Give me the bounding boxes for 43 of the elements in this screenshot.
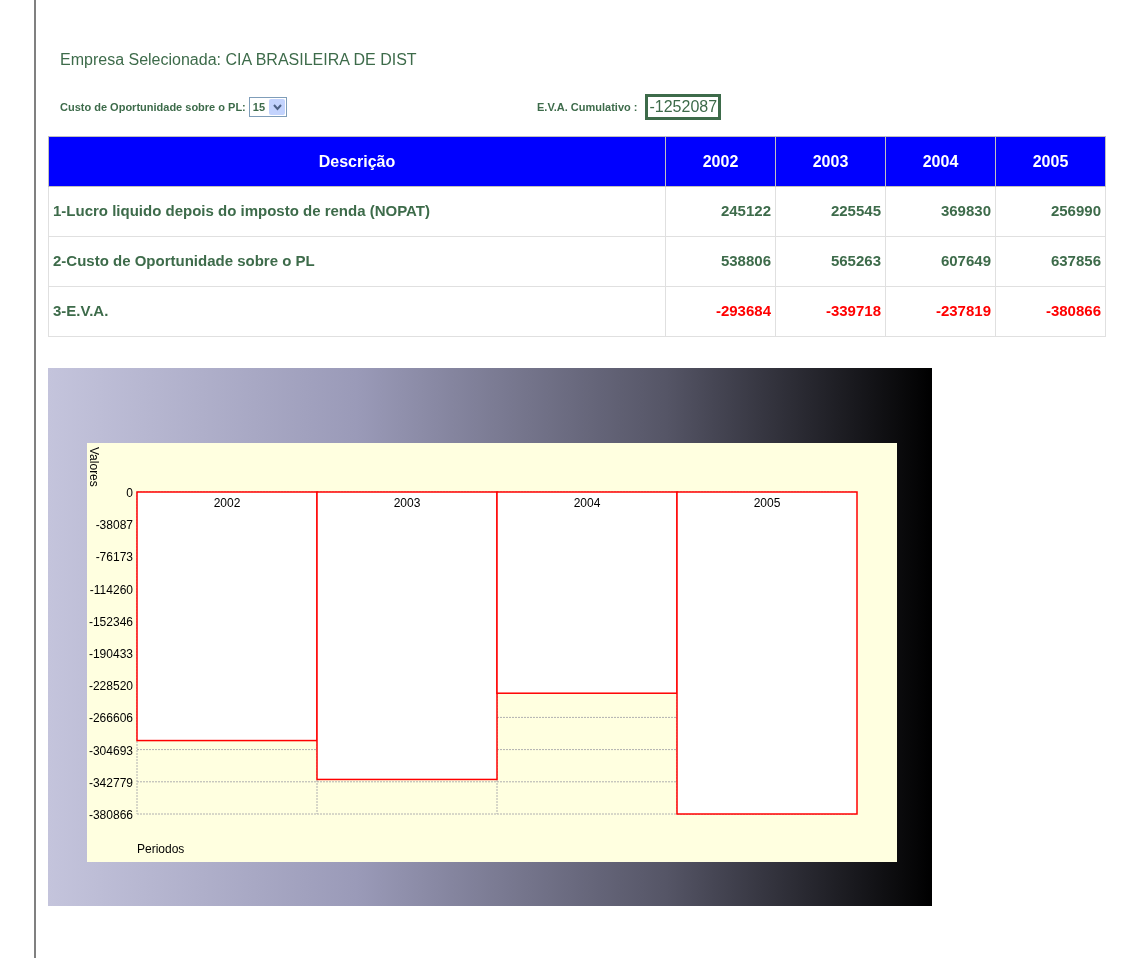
table-cell: 2-Custo de Oportunidade sobre o PL: [48, 236, 666, 287]
category-label: 2003: [393, 496, 421, 510]
y-axis-title: Valores: [87, 447, 101, 487]
category-label: 2004: [573, 496, 601, 510]
table-cell: 565263: [775, 236, 886, 287]
company-heading: Empresa Selecionada: CIA BRASILEIRA DE DIST: [60, 50, 418, 70]
category-label: 2005: [753, 496, 781, 510]
percentage-dropdown[interactable]: 15: [248, 97, 288, 117]
table-cell: 538806: [665, 236, 776, 287]
table-cell: 1-Lucro liquido depois do imposto de renda (NOPAT): [48, 186, 666, 237]
table-cell: 637856: [995, 236, 1106, 287]
table-cell: 3-E.V.A.: [48, 286, 666, 337]
table-cell: 245122: [665, 186, 776, 237]
cumulative-value: -1252087: [645, 94, 722, 120]
table-cell: 607649: [885, 236, 996, 287]
y-tick-label: 0: [126, 486, 133, 500]
y-tick-label: -190433: [88, 647, 133, 661]
column-header: 2005: [995, 136, 1106, 187]
caret-icon: [269, 99, 286, 115]
table-cell: -380866: [995, 286, 1106, 337]
table-cell: 225545: [775, 186, 886, 237]
table-cell: 256990: [995, 186, 1106, 237]
y-tick-label: -342779: [88, 775, 133, 790]
field-label: Custo de Oportunidade sobre o PL:: [60, 99, 246, 115]
y-tick-label: -76173: [95, 550, 133, 565]
y-tick-label: -266606: [88, 711, 133, 726]
column-header: 2003: [775, 136, 886, 187]
table-cell: 369830: [885, 186, 996, 237]
y-tick-label: -228520: [88, 679, 133, 694]
column-header: 2002: [665, 136, 776, 187]
table-cell: -237819: [885, 286, 996, 337]
y-tick-label: -380866: [88, 808, 133, 822]
category-label: 2002: [213, 496, 241, 510]
column-header: 2004: [885, 136, 996, 187]
field-label: E.V.A. Cumulativo :: [537, 99, 638, 115]
table-cell: -293684: [665, 286, 776, 337]
y-tick-label: -152346: [88, 614, 133, 629]
x-axis-title: Periodos: [137, 842, 185, 856]
y-tick-label: -38087: [95, 518, 133, 533]
column-header: Descrição: [48, 136, 666, 187]
y-tick-label: -114260: [89, 582, 133, 597]
y-tick-label: -304693: [88, 743, 133, 758]
table-cell: -339718: [775, 286, 886, 337]
